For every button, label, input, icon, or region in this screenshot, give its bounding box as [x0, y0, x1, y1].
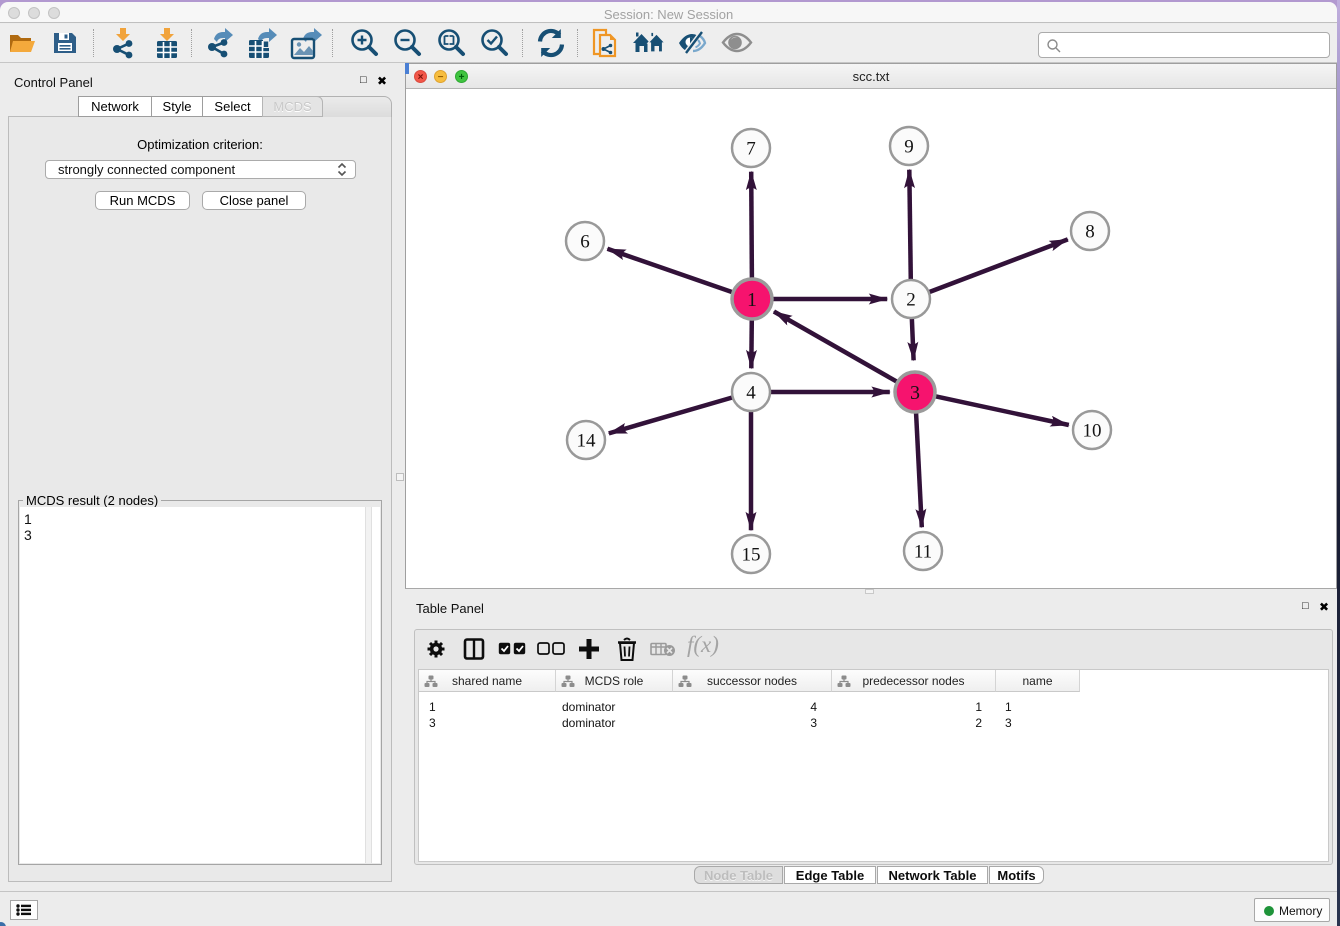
svg-text:8: 8: [1085, 222, 1095, 243]
svg-text:4: 4: [746, 383, 756, 404]
svg-text:6: 6: [580, 232, 590, 253]
svg-text:15: 15: [742, 545, 761, 566]
svg-text:2: 2: [906, 290, 916, 311]
svg-text:9: 9: [904, 137, 914, 158]
svg-text:14: 14: [577, 431, 597, 452]
svg-text:3: 3: [910, 382, 920, 404]
svg-text:1: 1: [747, 289, 757, 311]
svg-text:7: 7: [746, 139, 756, 160]
svg-text:10: 10: [1083, 421, 1102, 442]
svg-text:11: 11: [914, 542, 932, 563]
